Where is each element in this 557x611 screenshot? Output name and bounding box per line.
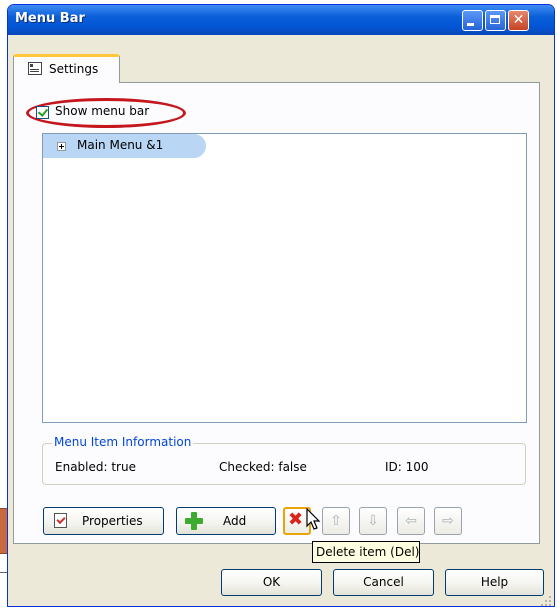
enabled-info: Enabled: true [55, 460, 136, 474]
resize-grip-icon[interactable] [540, 592, 552, 606]
arrow-right-icon: ⇨ [442, 513, 454, 529]
move-left-button[interactable]: ⇦ [397, 507, 425, 535]
group-legend: Menu Item Information [52, 435, 194, 449]
settings-page-icon [28, 62, 42, 75]
menu-tree[interactable]: Main Menu &1 [42, 133, 527, 423]
move-right-button[interactable]: ⇨ [434, 507, 462, 535]
arrow-down-icon: ⇩ [367, 513, 379, 529]
window-title: Menu Bar [15, 11, 85, 26]
expand-plus-icon[interactable] [57, 142, 66, 151]
properties-icon [54, 513, 67, 528]
delete-tooltip: Delete item (Del) [312, 541, 420, 563]
minimize-button[interactable] [462, 10, 483, 31]
help-label: Help [480, 575, 509, 589]
cancel-label: Cancel [363, 575, 404, 589]
title-bar[interactable]: Menu Bar ✕ [8, 5, 554, 35]
show-menu-bar-label: Show menu bar [55, 104, 150, 118]
close-button[interactable]: ✕ [508, 10, 529, 31]
close-icon: ✕ [512, 12, 525, 28]
id-info: ID: 100 [385, 460, 429, 474]
move-up-button[interactable]: ⇧ [322, 507, 350, 535]
tab-settings[interactable]: Settings [13, 54, 120, 83]
delete-x-icon: ✖ [288, 509, 304, 530]
ok-label: OK [262, 575, 281, 589]
properties-button[interactable]: Properties [43, 507, 164, 535]
move-down-button[interactable]: ⇩ [359, 507, 387, 535]
cancel-button[interactable]: Cancel [333, 569, 434, 596]
maximize-button[interactable] [485, 10, 506, 31]
arrow-up-icon: ⇧ [330, 513, 342, 529]
tree-item-main-menu[interactable]: Main Menu &1 [77, 138, 163, 152]
tab-settings-label: Settings [49, 62, 99, 76]
add-label: Add [223, 514, 247, 528]
checkbox-checkmark-icon[interactable] [36, 106, 49, 119]
plus-icon [185, 512, 203, 530]
checked-info: Checked: false [219, 460, 307, 474]
ok-button[interactable]: OK [221, 569, 322, 596]
arrow-left-icon: ⇦ [405, 513, 417, 529]
properties-label: Properties [82, 514, 143, 528]
add-button[interactable]: Add [176, 507, 276, 535]
help-button[interactable]: Help [445, 569, 544, 596]
tooltip-text: Delete item (Del) [316, 545, 420, 559]
